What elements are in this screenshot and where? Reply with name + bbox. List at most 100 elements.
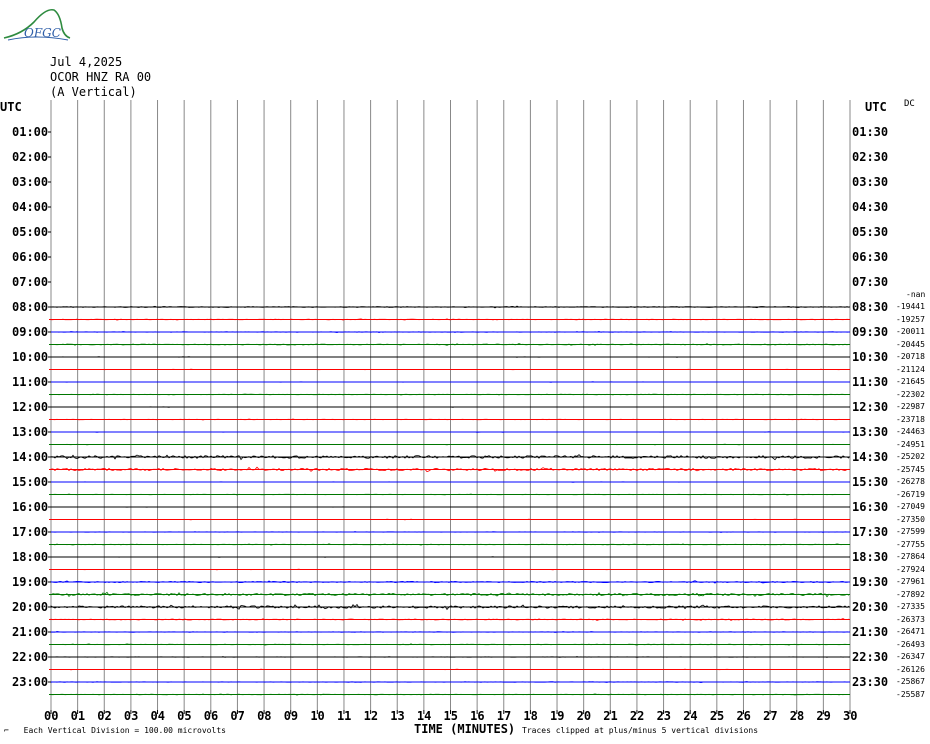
helicorder-plot [48, 100, 851, 714]
right-time-label: 13:30 [852, 425, 889, 439]
dc-offset-value: -24951 [896, 439, 925, 449]
dc-offset-value: -21124 [896, 364, 925, 374]
x-tick-label: 05 [177, 709, 192, 723]
x-tick-label: 10 [310, 709, 325, 723]
right-time-label: 20:30 [852, 600, 889, 614]
left-time-label: 12:00 [12, 400, 49, 414]
dc-offset-value: -20718 [896, 352, 925, 361]
x-tick-label: 04 [150, 709, 165, 723]
x-tick-label: 24 [683, 709, 698, 723]
left-time-label: 05:00 [12, 225, 49, 239]
dc-offset-value: -20445 [896, 339, 925, 349]
x-tick-label: 18 [523, 709, 538, 723]
left-time-label: 17:00 [12, 525, 49, 539]
x-tick-label: 07 [230, 709, 245, 723]
x-tick-label: 26 [736, 709, 751, 723]
vertical-division-text: Each Vertical Division = 100.00 microvol… [23, 726, 226, 735]
right-time-label: 16:30 [852, 500, 889, 514]
left-time-label: 15:00 [12, 475, 49, 489]
dc-offset-value: -27924 [896, 564, 925, 574]
left-time-label: 21:00 [12, 625, 49, 639]
right-time-label: 10:30 [852, 350, 889, 364]
left-time-label: 22:00 [12, 650, 49, 664]
x-tick-label: 12 [363, 709, 379, 723]
left-time-label: 02:00 [12, 150, 49, 164]
right-time-label: 23:30 [852, 675, 889, 689]
right-time-label: 12:30 [852, 400, 889, 414]
x-tick-label: 06 [203, 709, 219, 723]
x-tick-label: 22 [629, 709, 645, 723]
right-time-label: 08:30 [852, 300, 889, 314]
left-time-label: 08:00 [12, 300, 49, 314]
dc-offset-value: -27599 [896, 527, 925, 536]
dc-offset-value: -20011 [896, 327, 925, 336]
x-tick-label: 23 [656, 709, 672, 723]
x-tick-label: 29 [816, 709, 831, 723]
dc-offset-value: -27335 [896, 602, 925, 611]
right-time-label: 04:30 [852, 200, 889, 214]
right-time-label: 21:30 [852, 625, 889, 639]
left-time-label: 07:00 [12, 275, 49, 289]
small-mark-icon: ⌐ [4, 726, 9, 735]
right-time-label: 18:30 [852, 550, 889, 564]
x-tick-label: 00 [44, 709, 59, 723]
x-tick-label: 28 [789, 709, 805, 723]
right-time-label: 03:30 [852, 175, 889, 189]
x-tick-label: 13 [390, 709, 405, 723]
dc-offset-value: -27755 [896, 539, 925, 549]
trace-signal [50, 568, 850, 571]
right-time-label: 14:30 [852, 450, 889, 464]
left-time-label: 19:00 [12, 575, 49, 589]
right-time-label: 06:30 [852, 250, 889, 264]
right-time-label: 05:30 [852, 225, 889, 239]
dc-offset-value: -26493 [896, 639, 925, 649]
header-component: (A Vertical) [50, 85, 137, 99]
x-tick-label: 09 [283, 709, 299, 723]
logo-text: OFGC [24, 26, 61, 40]
left-time-label: 06:00 [12, 250, 49, 264]
dc-offset-value: -22302 [896, 389, 925, 399]
trace-signal [50, 443, 850, 446]
right-time-label: 07:30 [852, 275, 889, 289]
dc-offset-value: -19441 [896, 302, 925, 311]
dc-offset-first: -nan [906, 290, 926, 299]
right-time-label: 17:30 [852, 525, 889, 539]
dc-offset-value: -26471 [896, 627, 925, 636]
left-time-label: 04:00 [12, 200, 49, 214]
x-tick-label: 17 [496, 709, 512, 723]
trace-signal [50, 406, 850, 408]
left-time-label: 18:00 [12, 550, 49, 564]
dc-offset-value: -21645 [896, 377, 925, 386]
trace-signal [50, 518, 850, 521]
logo: OFGC [2, 4, 72, 42]
dc-offset-value: -27892 [896, 589, 925, 599]
dc-offset-value: -23718 [896, 414, 925, 424]
right-time-label: 19:30 [852, 575, 889, 589]
trace-signal [50, 381, 850, 383]
dc-label: DC [904, 99, 915, 109]
dc-offset-value: -25587 [896, 689, 925, 699]
x-tick-label: 14 [416, 709, 432, 723]
x-tick-label: 27 [763, 709, 778, 723]
x-tick-label: 25 [709, 709, 725, 723]
x-tick-label: 30 [843, 709, 858, 723]
left-time-label: 20:00 [12, 600, 49, 614]
right-time-label: 22:30 [852, 650, 889, 664]
x-tick-label: 16 [470, 709, 485, 723]
x-tick-label: 02 [97, 709, 112, 723]
x-tick-label: 15 [443, 709, 458, 723]
trace-signal [50, 493, 850, 496]
header-date: Jul 4,2025 [50, 55, 123, 69]
x-tick-label: 08 [257, 709, 272, 723]
trace-signal [50, 368, 850, 371]
dc-offset-value: -26347 [896, 652, 925, 661]
trace-signal [50, 431, 850, 433]
x-axis-label: TIME (MINUTES) [414, 722, 516, 736]
x-tick-label: 01 [70, 709, 86, 723]
left-time-label: 14:00 [12, 450, 49, 464]
x-tick-label: 03 [123, 709, 139, 723]
dc-offset-value: -26719 [896, 489, 925, 499]
dc-offset-value: -26278 [896, 477, 925, 486]
x-tick-label: 20 [576, 709, 592, 723]
dc-offset-value: -27961 [896, 577, 925, 586]
